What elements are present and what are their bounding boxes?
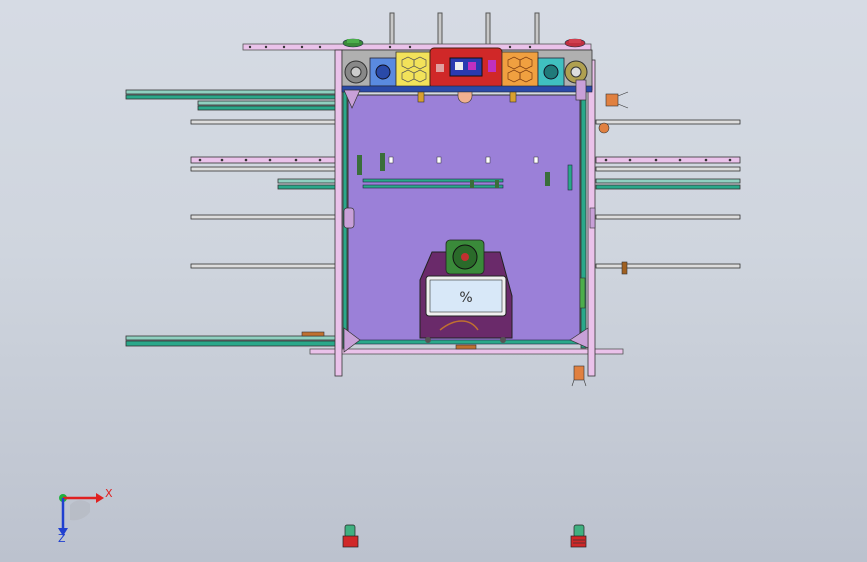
svg-text:%: % [459,290,472,306]
left-rails [125,89,339,347]
cad-viewport[interactable]: % X Z [0,0,867,562]
right-rails [595,119,741,269]
print-head: % [419,239,513,343]
top-posts [389,12,540,48]
x-axis-label: X [105,487,113,500]
bottom-frame-bar [309,348,624,355]
coordinate-triad: X Z [58,487,113,545]
top-frame-bar [242,43,592,51]
z-axis-label: Z [58,532,66,545]
bottom-parts [342,524,587,548]
cad-model-view[interactable]: % X Z [0,0,867,562]
